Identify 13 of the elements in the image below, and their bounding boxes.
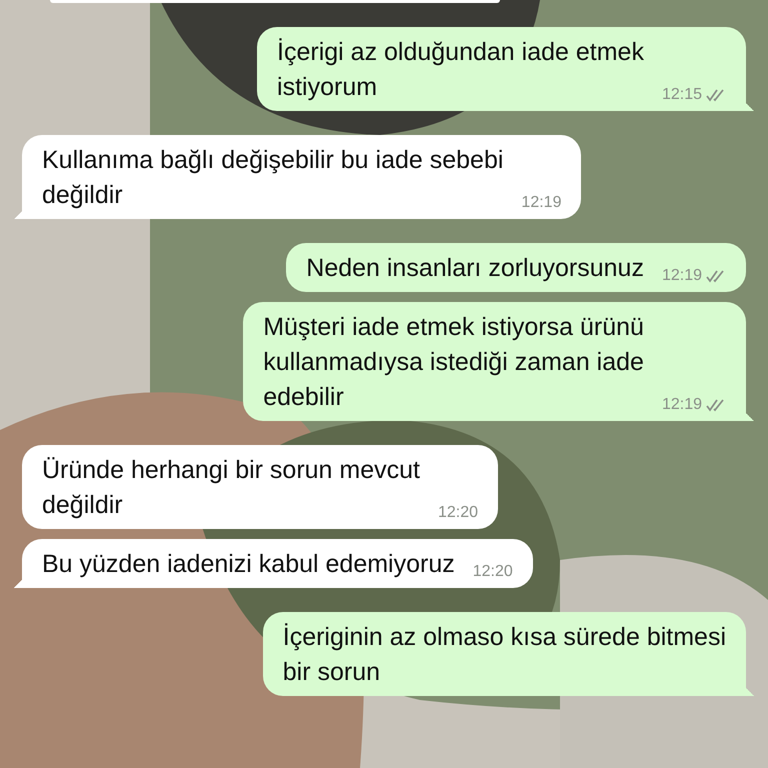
- message-text: Üründe herhangi bir sorun mevcut değildir: [42, 455, 420, 521]
- message-time: 12:15: [662, 85, 702, 105]
- message-text: Kullanıma bağlı değişebilir bu iade sebebi değildir: [42, 145, 504, 211]
- message-text: Müşteri iade etmek istiyorsa ürünü kullanmadıysa istediği zaman iade edebilir: [263, 312, 644, 413]
- message-time: 12:20: [472, 562, 513, 582]
- message-text: İçerigi az olduğundan iade etmek istiyorum: [277, 37, 644, 103]
- message-time: 12:19: [662, 266, 702, 286]
- message-text: Bu yüzden iadenizi kabul edemiyoruz: [42, 549, 455, 580]
- message-time: 12:19: [662, 395, 702, 415]
- message-text: Neden insanları zorluyorsunuz: [306, 253, 644, 284]
- message-time: 12:20: [438, 503, 478, 523]
- message-text: İçeriginin az olmaso kısa sürede bitmesi bir sorun: [282, 622, 726, 688]
- message-time: 12:19: [521, 193, 562, 213]
